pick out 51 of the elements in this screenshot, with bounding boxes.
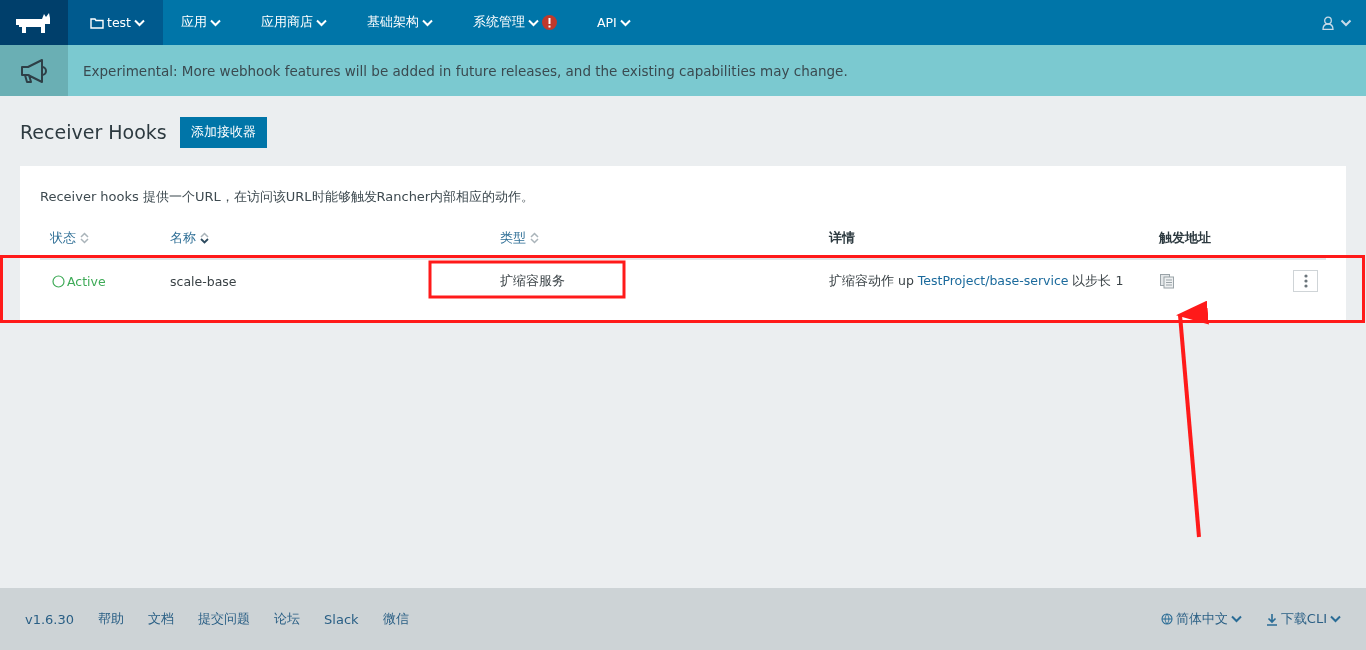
chevron-down-icon xyxy=(1340,18,1352,27)
chevron-down-icon xyxy=(134,18,145,27)
chevron-down-icon xyxy=(210,18,221,27)
globe-icon xyxy=(1160,613,1173,625)
page-title: Receiver Hooks xyxy=(20,121,167,143)
logo-cell[interactable] xyxy=(0,0,68,45)
status-circle-icon xyxy=(52,274,65,288)
add-receiver-button[interactable]: 添加接收器 xyxy=(179,116,267,148)
nav-tab[interactable]: 应用商店 xyxy=(243,0,341,45)
column-header: 详情 xyxy=(829,229,855,247)
sort-icon xyxy=(80,232,89,244)
chevron-down-icon xyxy=(422,18,433,27)
footer-link[interactable]: 提交问题 xyxy=(198,610,251,628)
footer-link[interactable]: 帮助 xyxy=(98,610,125,628)
copy-icon[interactable] xyxy=(1159,273,1175,289)
type-cell: 扩缩容服务 xyxy=(500,272,565,290)
service-link[interactable]: TestProject/base-service xyxy=(917,272,1069,288)
footer-link[interactable]: 论坛 xyxy=(274,610,301,628)
nav-tab[interactable]: 系统管理 xyxy=(455,0,571,45)
description-text: Receiver hooks 提供一个URL，在访问该URL时能够触发Rancher内部相应的动作。 xyxy=(40,188,536,206)
chevron-down-icon xyxy=(1230,615,1242,623)
sort-descending-icon xyxy=(200,232,209,244)
column-header[interactable]: 名称 xyxy=(170,229,209,247)
language-menu[interactable]: 简体中文 xyxy=(1160,610,1242,628)
chevron-down-icon xyxy=(619,18,631,27)
chevron-down-icon xyxy=(316,18,327,27)
column-header: 触发地址 xyxy=(1159,229,1211,247)
nav-tab[interactable]: test xyxy=(68,0,163,45)
banner-message: Experimental: More webhook features will be added in future releases, and the existing capabilities may change. xyxy=(82,62,848,79)
download-cli-menu[interactable]: 下载CLI xyxy=(1265,610,1341,628)
chevron-down-icon xyxy=(528,18,539,27)
state-cell: Active xyxy=(52,273,106,289)
download-icon xyxy=(1265,612,1278,626)
footer-link[interactable]: 文档 xyxy=(148,610,175,628)
column-header[interactable]: 类型 xyxy=(500,229,539,247)
more-actions-button[interactable] xyxy=(1293,270,1318,292)
folder-icon xyxy=(90,16,104,29)
chevron-down-icon xyxy=(1330,615,1341,623)
user-icon xyxy=(1322,15,1334,30)
footer-link[interactable]: Slack xyxy=(324,611,359,627)
nav-tab[interactable]: 基础架构 xyxy=(349,0,447,45)
vertical-dots-icon xyxy=(1303,274,1308,288)
footer-link[interactable]: 微信 xyxy=(382,610,409,628)
name-cell: scale-base xyxy=(170,273,237,289)
sort-icon xyxy=(530,232,539,244)
detail-text: 扩缩容动作 up TestProject/base-service 以步长 1 xyxy=(829,272,1124,290)
footer-link[interactable]: v1.6.30 xyxy=(25,611,75,627)
nav-tab[interactable]: API xyxy=(579,0,645,45)
column-header[interactable]: 状态 xyxy=(50,229,89,247)
megaphone-icon xyxy=(19,57,49,84)
nav-tab[interactable]: 应用 xyxy=(163,0,235,45)
